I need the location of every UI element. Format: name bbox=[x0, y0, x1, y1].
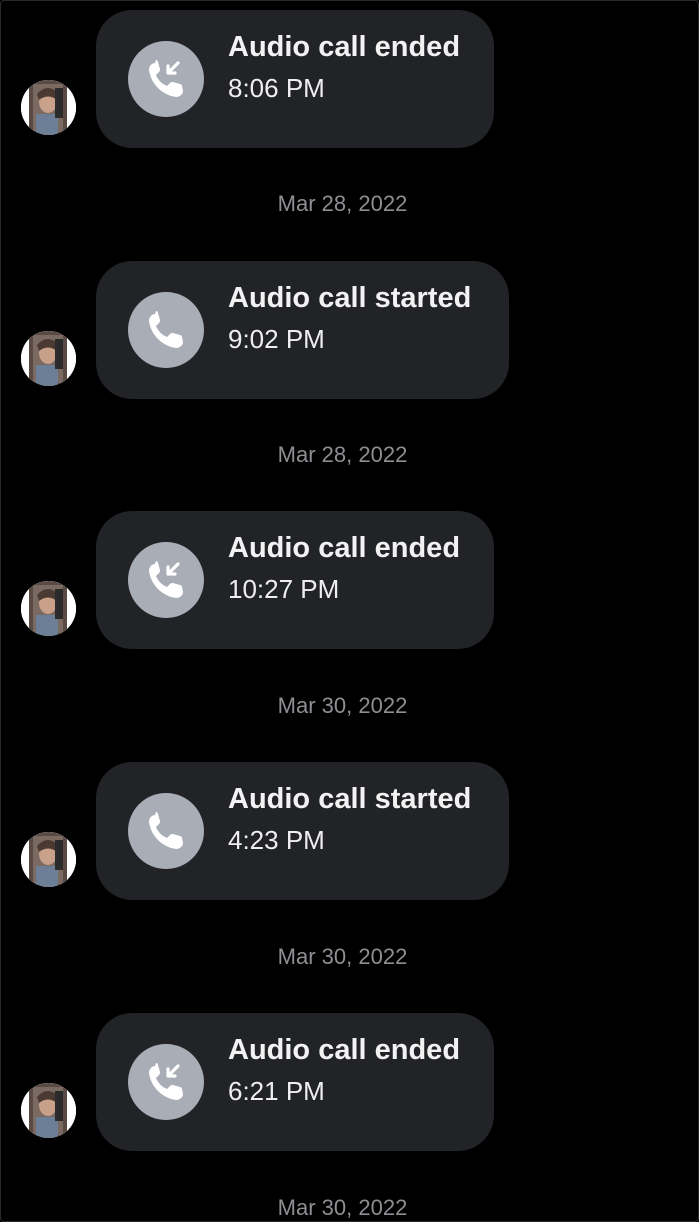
avatar[interactable] bbox=[21, 832, 76, 887]
call-bubble[interactable]: Audio call ended 8:06 PM bbox=[96, 10, 494, 148]
call-bubble[interactable]: Audio call ended 6:21 PM bbox=[96, 1013, 494, 1151]
call-time: 4:23 PM bbox=[228, 825, 325, 855]
incoming-call-icon bbox=[128, 1044, 204, 1120]
call-time: 8:06 PM bbox=[228, 73, 325, 103]
call-title: Audio call ended bbox=[228, 31, 461, 63]
call-bubble[interactable]: Audio call ended 10:27 PM bbox=[96, 511, 494, 649]
date-separator: Mar 30, 2022 bbox=[277, 693, 408, 718]
avatar[interactable] bbox=[21, 331, 76, 386]
call-title: Audio call started bbox=[228, 282, 472, 314]
call-time: 9:02 PM bbox=[228, 324, 325, 354]
date-separator: Mar 28, 2022 bbox=[277, 442, 408, 467]
message-row: Audio call started 4:23 PM bbox=[0, 762, 699, 902]
avatar[interactable] bbox=[21, 581, 76, 636]
avatar[interactable] bbox=[21, 1083, 76, 1138]
call-bubble[interactable]: Audio call started 9:02 PM bbox=[96, 261, 509, 399]
message-row: Audio call ended 8:06 PM bbox=[0, 10, 699, 150]
incoming-call-icon bbox=[128, 542, 204, 618]
date-separator: Mar 30, 2022 bbox=[277, 944, 408, 969]
message-row: Audio call started 9:02 PM bbox=[0, 261, 699, 401]
phone-icon bbox=[128, 793, 204, 869]
incoming-call-icon bbox=[128, 41, 204, 117]
call-title: Audio call ended bbox=[228, 532, 461, 564]
avatar[interactable] bbox=[21, 80, 76, 135]
call-time: 10:27 PM bbox=[228, 574, 340, 604]
message-row: Audio call ended 6:21 PM bbox=[0, 1013, 699, 1153]
phone-icon bbox=[128, 292, 204, 368]
date-separator: Mar 28, 2022 bbox=[277, 191, 408, 216]
call-title: Audio call ended bbox=[228, 1034, 461, 1066]
call-time: 6:21 PM bbox=[228, 1076, 325, 1106]
call-bubble[interactable]: Audio call started 4:23 PM bbox=[96, 762, 509, 900]
date-separator: Mar 30, 2022 bbox=[277, 1195, 408, 1220]
call-title: Audio call started bbox=[228, 783, 472, 815]
message-row: Audio call ended 10:27 PM bbox=[0, 511, 699, 651]
